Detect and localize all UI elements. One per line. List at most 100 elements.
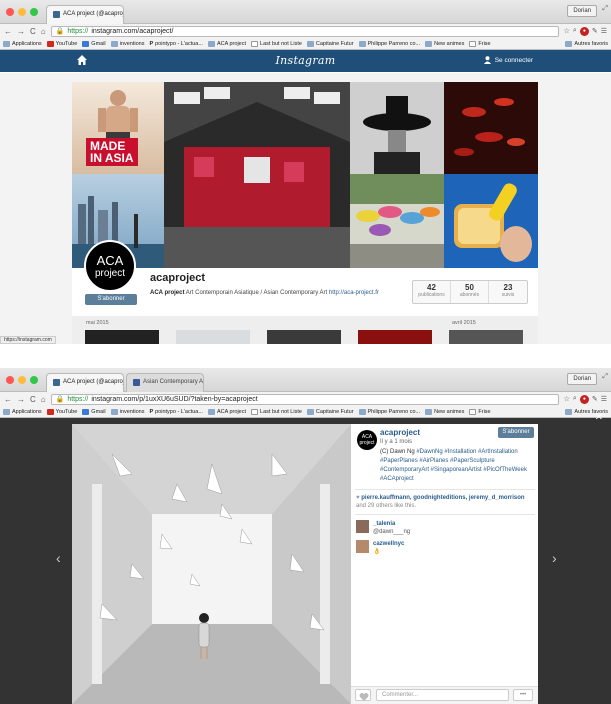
post-thumbnail[interactable]: [267, 330, 341, 344]
youtube-icon: [46, 40, 54, 47]
commenter-avatar[interactable]: [356, 540, 369, 553]
fullscreen-icon[interactable]: ⤢: [602, 373, 608, 381]
search-icon[interactable]: ⌕: [573, 395, 577, 403]
umbrellas-image: [350, 174, 444, 268]
post-thumbnail[interactable]: [449, 330, 523, 344]
close-window-icon[interactable]: [6, 376, 14, 384]
post-thumbnail[interactable]: [176, 330, 250, 344]
login-link[interactable]: Se connecter: [483, 56, 533, 64]
red-fish-image: [454, 98, 525, 156]
bookmark-star-icon[interactable]: ☆: [564, 27, 570, 35]
bookmark-item[interactable]: Gmail: [82, 40, 106, 47]
post-caption: (C) Dawn Ng #DawnNg #Installation #ArtIn…: [380, 448, 532, 484]
browser-tab[interactable]: Asian Contemporary Art: [126, 373, 204, 392]
forward-icon[interactable]: →: [17, 27, 25, 36]
bookmarks-bar: Applications YouTube Gmail inventions Pp…: [0, 38, 611, 50]
bookmark-item[interactable]: Last but not Liste: [251, 40, 302, 47]
comment-input[interactable]: Commenter...: [376, 689, 509, 701]
more-options-button[interactable]: •••: [513, 689, 533, 701]
minimize-window-icon[interactable]: [18, 376, 26, 384]
bookmark-item[interactable]: Philippe Parreno co...: [358, 408, 420, 415]
chevron-right-icon[interactable]: ›: [552, 550, 557, 566]
post-author-avatar[interactable]: ACA project: [357, 430, 377, 450]
post-author-username[interactable]: acaproject: [380, 428, 420, 437]
like-button[interactable]: [355, 689, 371, 701]
minimize-window-icon[interactable]: [18, 8, 26, 16]
cover-mosaic: MADE IN ASIA: [72, 82, 538, 268]
close-window-icon[interactable]: [6, 8, 14, 16]
bookmark-item[interactable]: New animes: [425, 408, 464, 415]
bookmark-item[interactable]: Philippe Parreno co...: [358, 40, 420, 47]
search-icon[interactable]: ⌕: [573, 27, 577, 35]
menu-icon[interactable]: ☰: [601, 27, 607, 35]
fullscreen-icon[interactable]: ⤢: [602, 5, 608, 13]
browser-tab[interactable]: ACA project (@acaproject): [46, 373, 124, 392]
cover-tile-black-hat: [350, 82, 444, 174]
forward-icon[interactable]: →: [17, 395, 25, 404]
comment-text: @dawn___ng: [373, 529, 411, 535]
post-thumbnail[interactable]: [358, 330, 432, 344]
profile-button[interactable]: Dorian: [567, 5, 597, 17]
other-bookmarks[interactable]: Autres favoris: [565, 40, 608, 47]
stat-posts[interactable]: 42 publications: [413, 281, 451, 303]
post-thumbnail[interactable]: [85, 330, 159, 344]
reload-icon[interactable]: C: [30, 395, 36, 404]
bookmark-item[interactable]: Last but not Liste: [251, 408, 302, 415]
zoom-window-icon[interactable]: [30, 8, 38, 16]
screenshot-post-modal: ACA project (@acaproject) Asian Contempo…: [0, 368, 611, 704]
address-bar[interactable]: 🔒 https://instagram.com/acaproject/: [50, 25, 559, 37]
cover-tile-umbrellas: [350, 174, 444, 268]
extension-icon[interactable]: ✎: [592, 395, 598, 403]
bookmark-item[interactable]: YouTube: [46, 408, 77, 415]
bookmark-item[interactable]: Gmail: [82, 408, 106, 415]
home-icon[interactable]: ⌂: [41, 395, 46, 404]
back-icon[interactable]: ←: [4, 27, 12, 36]
extension-icon[interactable]: ✎: [592, 27, 598, 35]
reload-icon[interactable]: C: [30, 27, 36, 36]
menu-icon[interactable]: ☰: [601, 395, 607, 403]
bookmark-item[interactable]: Applications: [3, 408, 42, 415]
commenter-username[interactable]: _talenia: [373, 520, 395, 528]
lock-icon: 🔒: [55, 396, 65, 403]
bookmark-item[interactable]: ACA project: [207, 408, 246, 415]
divider: [355, 489, 535, 490]
close-icon[interactable]: ✕: [595, 412, 603, 423]
bookmark-item[interactable]: YouTube: [46, 40, 77, 47]
adblock-icon[interactable]: ●: [579, 26, 589, 36]
bookmark-item[interactable]: Capitaine Futur: [306, 40, 354, 47]
bookmark-item[interactable]: inventions: [110, 40, 144, 47]
commenter-username[interactable]: cazwellnyc: [373, 540, 404, 548]
bio-link[interactable]: http://aca-project.fr: [329, 290, 379, 296]
bookmarks-bar: Applications YouTube Gmail inventions Pp…: [0, 406, 611, 418]
follow-button[interactable]: S'abonner: [85, 294, 137, 305]
folder-icon: [565, 40, 573, 47]
bookmark-item[interactable]: Frise: [469, 40, 491, 47]
bookmark-item[interactable]: Ppointypo - L'actua...: [149, 409, 203, 415]
bookmark-item[interactable]: Ppointypo - L'actua...: [149, 41, 203, 47]
likers-list[interactable]: pierre.kauffmann, goodnighteditions, jer…: [361, 495, 524, 501]
address-bar[interactable]: 🔒 https://instagram.com/p/1uxXU6uSUD/?ta…: [50, 393, 559, 405]
file-icon: [251, 408, 259, 415]
browser-tab[interactable]: ACA project (@acaproject): [46, 5, 124, 24]
profile-avatar[interactable]: ACA project: [84, 240, 136, 292]
home-icon[interactable]: ⌂: [41, 27, 46, 36]
adblock-icon[interactable]: ●: [579, 394, 589, 404]
login-label: Se connecter: [494, 56, 533, 64]
bookmark-item[interactable]: New animes: [425, 40, 464, 47]
bookmark-item[interactable]: Frise: [469, 408, 491, 415]
bookmark-item[interactable]: Applications: [3, 40, 42, 47]
profile-button[interactable]: Dorian: [567, 373, 597, 385]
follow-button[interactable]: S'abonner: [498, 427, 534, 438]
zoom-window-icon[interactable]: [30, 376, 38, 384]
back-icon[interactable]: ←: [4, 395, 12, 404]
youtube-icon: [46, 408, 54, 415]
made-in-asia-badge: MADE IN ASIA: [86, 138, 138, 166]
bookmark-item[interactable]: inventions: [110, 408, 144, 415]
chevron-left-icon[interactable]: ‹: [56, 550, 61, 566]
stat-followers[interactable]: 50 abonnés: [451, 281, 489, 303]
bookmark-star-icon[interactable]: ☆: [564, 395, 570, 403]
bookmark-item[interactable]: ACA project: [207, 40, 246, 47]
bookmark-item[interactable]: Capitaine Futur: [306, 408, 354, 415]
commenter-avatar[interactable]: [356, 520, 369, 533]
stat-following[interactable]: 23 suivis: [489, 281, 527, 303]
